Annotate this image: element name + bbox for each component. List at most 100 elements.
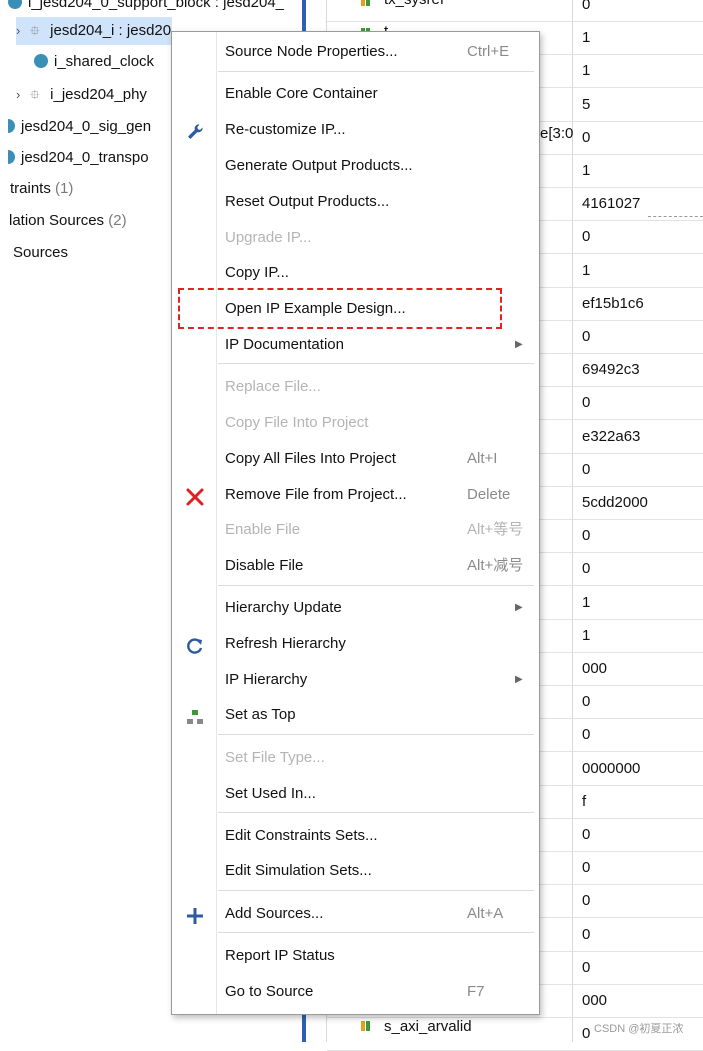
value-cell: ef15b1c6 bbox=[582, 294, 644, 312]
tree-item-label: jesd204_0_transpo bbox=[21, 149, 149, 166]
menu-item-ip-hierarchy[interactable]: IP Hierarchy ▶ bbox=[172, 663, 539, 697]
menu-item-label: Edit Constraints Sets... bbox=[225, 827, 378, 844]
shortcut-label: Alt+减号 bbox=[467, 557, 524, 574]
menu-item-label: Re-customize IP... bbox=[225, 121, 346, 138]
menu-item-ip-documentation[interactable]: IP Documentation ▶ bbox=[172, 328, 539, 362]
value-cell: 000 bbox=[582, 992, 608, 1009]
menu-item-enable-core-container[interactable]: Enable Core Container bbox=[172, 77, 539, 111]
menu-separator bbox=[218, 734, 534, 735]
value-cell: 1 bbox=[582, 29, 591, 47]
menu-item-label: Upgrade IP... bbox=[225, 229, 312, 246]
value-cell: 69492c3 bbox=[582, 361, 640, 379]
splitter-bar[interactable] bbox=[302, 1013, 306, 1042]
menu-item-label: Source Node Properties... bbox=[225, 43, 398, 60]
menu-item-set-used-in[interactable]: Set Used In... bbox=[172, 777, 539, 811]
menu-item-set-file-type: Set File Type... bbox=[172, 741, 539, 775]
menu-item-label: Reset Output Products... bbox=[225, 193, 390, 210]
tree-item-label: i_jesd204_phy bbox=[50, 86, 147, 103]
menu-item-disable-file[interactable]: Disable File Alt+减号 bbox=[172, 549, 539, 583]
tree-item-shared-clock[interactable]: i_shared_clock bbox=[34, 48, 154, 76]
menu-item-copy-all-files-into-project[interactable]: Copy All Files Into Project Alt+I bbox=[172, 442, 539, 476]
value-cell: f bbox=[582, 792, 587, 810]
menu-item-label: Set as Top bbox=[225, 706, 296, 723]
menu-item-reset-output-products[interactable]: Reset Output Products... bbox=[172, 185, 539, 219]
tree-item-transport[interactable]: jesd204_0_transpo bbox=[8, 144, 149, 172]
port-icon bbox=[361, 0, 370, 6]
menu-separator bbox=[218, 932, 534, 933]
dashed-guide bbox=[648, 216, 703, 217]
menu-item-label: Enable File bbox=[225, 521, 301, 538]
menu-item-label: Set Used In... bbox=[225, 785, 316, 802]
ip-core-icon bbox=[34, 54, 48, 68]
context-menu: Source Node Properties... Ctrl+E Enable Co… bbox=[171, 31, 540, 1015]
value-cell: 0 bbox=[582, 826, 591, 843]
value-cell: 0 bbox=[582, 394, 591, 412]
menu-item-label: IP Hierarchy bbox=[225, 671, 308, 688]
menu-item-edit-simulation-sets[interactable]: Edit Simulation Sets... bbox=[172, 854, 539, 888]
menu-item-set-as-top[interactable]: Set as Top bbox=[172, 698, 539, 732]
menu-item-edit-constraints-sets[interactable]: Edit Constraints Sets... bbox=[172, 819, 539, 853]
hierarchy-icon bbox=[185, 706, 205, 726]
chip-icon: ⯐ bbox=[30, 23, 40, 38]
tree-item-support-block[interactable]: i_jesd204_0_support_block : jesd204_ bbox=[8, 0, 284, 17]
menu-item-label: Disable File bbox=[225, 557, 304, 574]
tree-item-label: jesd204_0_sig_gen bbox=[21, 118, 152, 135]
menu-item-generate-output-products[interactable]: Generate Output Products... bbox=[172, 149, 539, 183]
shortcut-label: Ctrl+E bbox=[467, 43, 510, 60]
menu-item-label: IP Documentation bbox=[225, 336, 344, 353]
value-cell: 0 bbox=[582, 859, 591, 877]
tree-item-utility-sources[interactable]: Sources bbox=[13, 239, 68, 267]
tree-item-label: i_shared_clock bbox=[54, 53, 155, 70]
menu-separator bbox=[218, 585, 534, 586]
menu-item-source-node-properties[interactable]: Source Node Properties... Ctrl+E bbox=[172, 35, 539, 69]
wrench-icon bbox=[185, 121, 205, 141]
value-cell: 0 bbox=[582, 128, 591, 146]
splitter-bar[interactable] bbox=[302, 0, 306, 31]
menu-item-enable-file: Enable File Alt+等号 bbox=[172, 513, 539, 547]
tree-item-sig-gen[interactable]: jesd204_0_sig_gen bbox=[8, 113, 151, 141]
shortcut-label: Alt+等号 bbox=[467, 521, 524, 538]
menu-item-label: Copy File Into Project bbox=[225, 414, 369, 431]
menu-item-hierarchy-update[interactable]: Hierarchy Update ▶ bbox=[172, 591, 539, 625]
value-cell: 0000000 bbox=[582, 759, 641, 777]
menu-item-copy-file-into-project: Copy File Into Project bbox=[172, 406, 539, 440]
value-cell: 0 bbox=[582, 460, 591, 478]
value-cell: 0 bbox=[582, 560, 591, 578]
ip-core-icon bbox=[8, 150, 15, 164]
value-cell: 0 bbox=[582, 958, 591, 976]
tree-item-label: jesd204_i : jesd204_0 (jesd204_0 bbox=[50, 22, 172, 39]
menu-item-add-sources[interactable]: Add Sources... Alt+A bbox=[172, 897, 539, 931]
value-cell: 5cdd2000 bbox=[582, 494, 648, 511]
menu-item-go-to-source[interactable]: Go to Source F7 bbox=[172, 975, 539, 1009]
value-cell: 0 bbox=[582, 0, 591, 13]
tree-item-simulation-sources[interactable]: lation Sources (2) bbox=[9, 207, 127, 235]
ip-core-icon bbox=[8, 119, 15, 133]
chevron-right-icon[interactable]: › bbox=[16, 81, 30, 109]
menu-item-replace-file: Replace File... bbox=[172, 370, 539, 404]
menu-item-remove-file-from-project[interactable]: Remove File from Project... Delete bbox=[172, 478, 539, 512]
refresh-icon bbox=[185, 635, 205, 655]
chevron-right-icon[interactable]: › bbox=[16, 17, 30, 45]
value-cell: 0 bbox=[582, 892, 591, 910]
menu-item-copy-ip[interactable]: Copy IP... bbox=[172, 256, 539, 290]
menu-separator bbox=[218, 71, 534, 72]
value-cell: e322a63 bbox=[582, 427, 641, 445]
menu-item-re-customize-ip[interactable]: Re-customize IP... bbox=[172, 113, 539, 147]
menu-item-refresh-hierarchy[interactable]: Refresh Hierarchy bbox=[172, 627, 539, 661]
menu-item-label: Generate Output Products... bbox=[225, 157, 413, 174]
tree-item-jesd204-i[interactable]: ›⯐ jesd204_i : jesd204_0 (jesd204_0 bbox=[16, 17, 172, 45]
red-x-icon bbox=[185, 486, 205, 506]
tree-item-label: lation Sources bbox=[9, 212, 105, 229]
menu-separator bbox=[218, 812, 534, 813]
submenu-arrow-icon: ▶ bbox=[515, 339, 523, 350]
port-name: e[3:0 bbox=[540, 125, 574, 142]
annotation-highlight-box bbox=[178, 288, 502, 329]
tree-item-jesd204-phy[interactable]: › ⯐ i_jesd204_phy bbox=[16, 81, 147, 109]
value-cell: 0 bbox=[582, 925, 591, 943]
tree-item-constraints[interactable]: traints (1) bbox=[10, 175, 73, 203]
tree-item-label: Sources bbox=[13, 244, 69, 261]
shortcut-label: Delete bbox=[467, 486, 511, 503]
menu-item-report-ip-status[interactable]: Report IP Status bbox=[172, 939, 539, 973]
menu-item-label: Set File Type... bbox=[225, 749, 325, 766]
value-cell: 0 bbox=[582, 228, 591, 246]
